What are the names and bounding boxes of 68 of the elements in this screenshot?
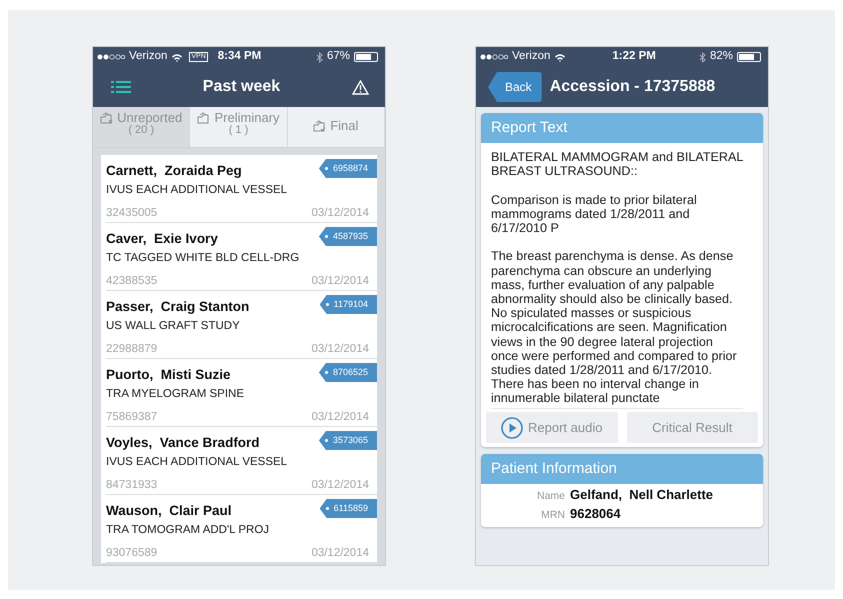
wifi-icon xyxy=(171,52,184,62)
report-paragraph: BILATERAL MAMMOGRAM and BILATERAL BREAST ULTRASOUND:: xyxy=(491,150,743,178)
section-header: Report Text xyxy=(481,113,763,143)
study-date: 03/12/2014 xyxy=(311,410,369,425)
study-number: 84731933 xyxy=(106,478,158,493)
procedure-name: IVUS EACH ADDITIONAL VESSEL xyxy=(106,456,288,470)
study-number: 75869387 xyxy=(106,410,158,425)
study-row[interactable]: Caver, Exie Ivory TC TAGGED WHITE BLD CELL-DRG 42388535 03/12/2014 4587935 xyxy=(106,223,377,291)
wifi-icon xyxy=(554,52,566,62)
battery-icon xyxy=(354,52,378,62)
procedure-name: IVUS EACH ADDITIONAL VESSEL xyxy=(106,184,288,198)
list-menu-icon[interactable] xyxy=(111,80,131,94)
report-paragraph: The breast parenchyma is dense. As dense parenchyma can obscure an underlying mass, further evaluation of any palpable abnormality should also be clinically based. No spiculated masses or suspicious microcalcifications are seen. Magnification views in the 90 degree lateral projection once were performed and compared to prior studies dated 1/28/2011 and 6/17/2010. There has been no interval change in innumerable bilateral punctate xyxy=(491,249,738,406)
study-date: 03/12/2014 xyxy=(311,342,369,357)
folder-icon xyxy=(313,120,326,132)
patient-name: Carnett, Zoraida Peg xyxy=(106,163,242,180)
study-date: 03/12/2014 xyxy=(311,206,369,221)
play-icon xyxy=(501,416,524,438)
patient-name: Wauson, Clair Paul xyxy=(106,503,232,520)
accession-tag: 8706525 xyxy=(318,363,377,382)
nav-title: Accession - 17375888 xyxy=(550,77,716,97)
field-label: MRN xyxy=(540,508,565,523)
study-date: 03/12/2014 xyxy=(311,546,369,561)
study-row[interactable]: Carnett, Zoraida Peg IVUS EACH ADDITIONAL VESSEL 32435005 03/12/2014 6958874 xyxy=(106,155,377,223)
accession-tag: 1179104 xyxy=(320,295,377,314)
accession-tag: 3573065 xyxy=(318,431,377,450)
bluetooth-icon xyxy=(698,52,706,62)
battery-icon xyxy=(737,52,761,62)
patient-name: Puorto, Misti Suzie xyxy=(106,367,231,384)
accession-tag: 6958874 xyxy=(318,159,377,178)
carrier-name: Verizon xyxy=(129,49,168,64)
study-number: 22988879 xyxy=(106,342,158,357)
patient-name: Voyles, Vance Bradford xyxy=(106,435,260,452)
accession-tag: 4587935 xyxy=(318,227,377,246)
folder-icon xyxy=(197,112,210,124)
signal-icon xyxy=(480,54,508,60)
warning-icon[interactable] xyxy=(352,80,369,94)
bluetooth-icon xyxy=(316,52,323,62)
status-time: 1:22 PM xyxy=(612,49,656,64)
study-number: 32435005 xyxy=(106,206,158,221)
field-value: 9628064 xyxy=(570,506,621,522)
study-number: 42388535 xyxy=(106,274,158,289)
patient-name: Caver, Exie Ivory xyxy=(106,231,218,248)
study-date: 03/12/2014 xyxy=(311,274,369,289)
accession-tag: 6115859 xyxy=(320,499,377,518)
section-header: Patient Information xyxy=(481,454,763,484)
battery-percent: 67% xyxy=(326,49,350,64)
field-value: Gelfand, Nell Charlette xyxy=(570,487,714,503)
study-row[interactable]: Passer, Craig Stanton US WALL GRAFT STUDY 22988879 03/12/2014 1179104 xyxy=(106,291,377,359)
folder-icon xyxy=(100,112,114,124)
report-paragraph: Comparison is made to prior bilateral mammograms dated 1/28/2011 and 6/17/2010 P xyxy=(491,192,698,236)
status-time: 8:34 PM xyxy=(218,49,262,64)
study-row[interactable]: Puorto, Misti Suzie TRA MYELOGRAM SPINE 75869387 03/12/2014 8706525 xyxy=(106,359,377,427)
procedure-name: US WALL GRAFT STUDY xyxy=(106,320,241,334)
nav-title: Past week xyxy=(202,77,282,97)
carrier-name: Verizon xyxy=(512,49,550,64)
study-row[interactable]: Voyles, Vance Bradford IVUS EACH ADDITIONAL VESSEL 84731933 03/12/2014 3573065 xyxy=(106,427,377,495)
procedure-name: TC TAGGED WHITE BLD CELL-DRG xyxy=(106,252,300,266)
procedure-name: TRA MYELOGRAM SPINE xyxy=(106,388,246,402)
battery-percent: 82% xyxy=(710,49,733,64)
study-row[interactable]: Wauson, Clair Paul TRA TOMOGRAM ADD'L PROJ 93076589 03/12/2014 6115859 xyxy=(106,495,377,563)
back-button[interactable]: Back xyxy=(488,72,542,102)
study-number: 93076589 xyxy=(106,546,158,561)
study-date: 03/12/2014 xyxy=(311,478,369,493)
procedure-name: TRA TOMOGRAM ADD'L PROJ xyxy=(106,524,270,538)
signal-icon xyxy=(97,54,125,60)
patient-name: Passer, Craig Stanton xyxy=(106,299,250,316)
field-label: Name xyxy=(536,489,565,504)
